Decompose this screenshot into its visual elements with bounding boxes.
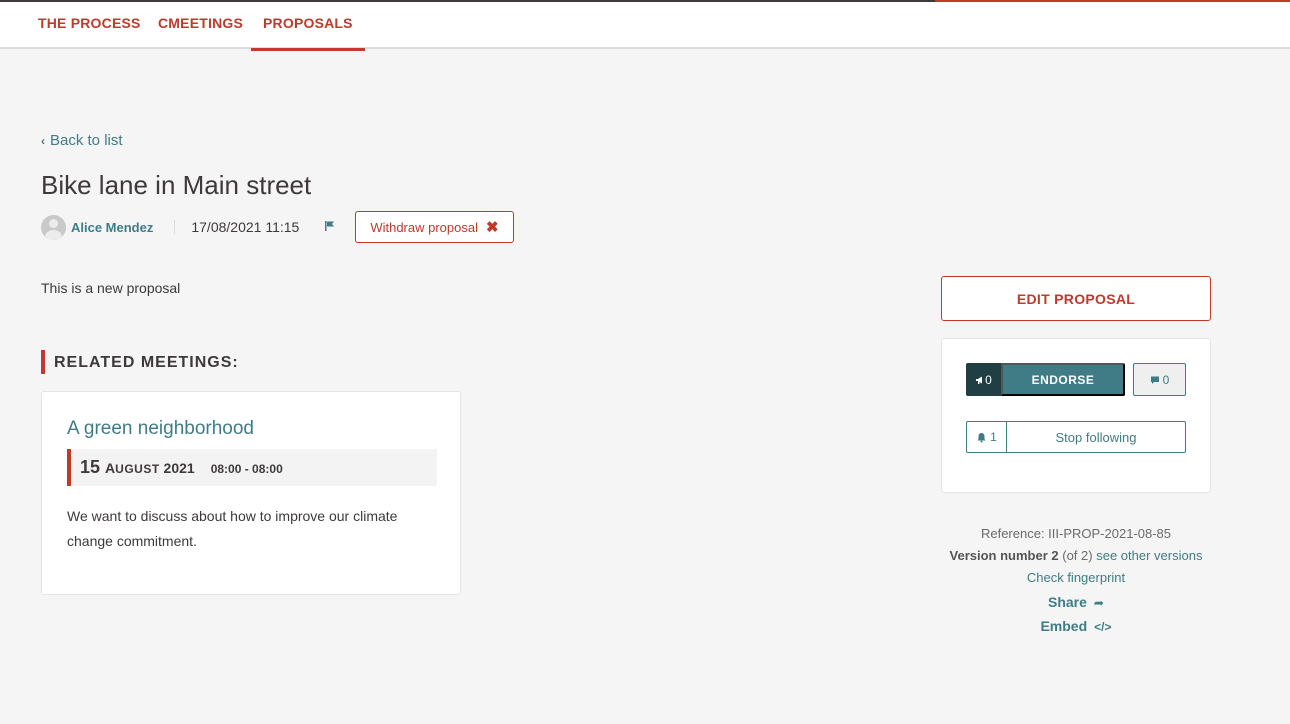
proposal-meta: Reference: III-PROP-2021-08-85 Version n… [941, 525, 1211, 639]
follow-control[interactable]: 1 Stop following [966, 421, 1186, 453]
author-row: Alice Mendez 17/08/2021 11:15 Withdraw p… [41, 211, 514, 243]
check-fingerprint-link[interactable]: Check fingerprint [1027, 570, 1125, 585]
edit-proposal-button[interactable]: EDIT PROPOSAL [941, 276, 1211, 321]
bell-icon [977, 432, 986, 443]
version-line: Version number 2 (of 2) see other versio… [941, 547, 1211, 569]
chevron-left-icon: ‹ [41, 133, 45, 148]
megaphone-icon [976, 376, 983, 384]
embed-label: Embed [1040, 618, 1088, 634]
meeting-month-rest: UGUST [115, 461, 160, 476]
proposal-body: This is a new proposal [41, 280, 181, 296]
meeting-month-initial: A [105, 459, 116, 476]
back-to-list-label: Back to list [50, 132, 123, 149]
meeting-title-link[interactable]: A green neighborhood [67, 418, 254, 440]
avatar [41, 214, 66, 240]
back-to-list-link[interactable]: ‹ Back to list [41, 132, 123, 149]
withdraw-proposal-button[interactable]: Withdraw proposal ✖ [355, 211, 514, 243]
top-navigation: THE PROCESS CMEETINGS PROPOSALS [0, 0, 1290, 51]
see-other-versions-link[interactable]: see other versions [1096, 548, 1202, 563]
share-label: Share [1048, 594, 1087, 610]
share-button[interactable]: Share ➦ [941, 591, 1211, 615]
code-icon: </> [1094, 620, 1112, 634]
actions-panel: 0 ENDORSE 0 1 Stop following [941, 338, 1211, 493]
endorsements-count: 0 [966, 363, 1001, 396]
author-name[interactable]: Alice Mendez [71, 220, 153, 235]
share-icon: ➦ [1093, 596, 1104, 610]
meeting-time: 08:00 - 08:00 [210, 462, 283, 476]
divider [174, 220, 176, 234]
tab-the-process[interactable]: THE PROCESS [26, 2, 153, 49]
meeting-day: 15 [80, 457, 101, 477]
meeting-date: 15 AUGUST 2021 08:00 - 08:00 [67, 449, 437, 486]
reference: Reference: III-PROP-2021-08-85 [980, 526, 1172, 541]
followers-count: 1 [967, 422, 1007, 452]
meeting-year: 2021 [163, 459, 195, 476]
version-number: Version number 2 [949, 548, 1059, 563]
related-meetings-heading: RELATED MEETINGS: [41, 350, 239, 374]
close-icon: ✖ [485, 219, 499, 236]
tab-proposals[interactable]: PROPOSALS [251, 2, 365, 51]
meeting-month: AUGUST 2021 [105, 460, 195, 476]
embed-button[interactable]: Embed </> [941, 615, 1211, 639]
proposal-date: 17/08/2021 11:15 [191, 219, 300, 235]
comment-icon [1150, 376, 1159, 384]
stop-following-button[interactable]: Stop following [1007, 422, 1185, 452]
flag-icon[interactable] [324, 220, 336, 235]
tab-meetings[interactable]: CMEETINGS [146, 2, 255, 49]
meeting-card: A green neighborhood 15 AUGUST 2021 08:0… [41, 391, 461, 595]
withdraw-label: Withdraw proposal [370, 219, 478, 235]
endorsements-count-value: 0 [985, 372, 992, 387]
proposal-title: Bike lane in Main street [41, 170, 312, 200]
followers-count-value: 1 [990, 430, 997, 444]
meeting-description: We want to discuss about how to improve … [67, 508, 398, 549]
endorse-button[interactable]: ENDORSE [1001, 363, 1125, 396]
version-of: (of 2) [1062, 548, 1093, 563]
comments-button[interactable]: 0 [1133, 363, 1186, 396]
top-accent-bar [935, 0, 1290, 2]
comments-count: 0 [1162, 372, 1170, 387]
